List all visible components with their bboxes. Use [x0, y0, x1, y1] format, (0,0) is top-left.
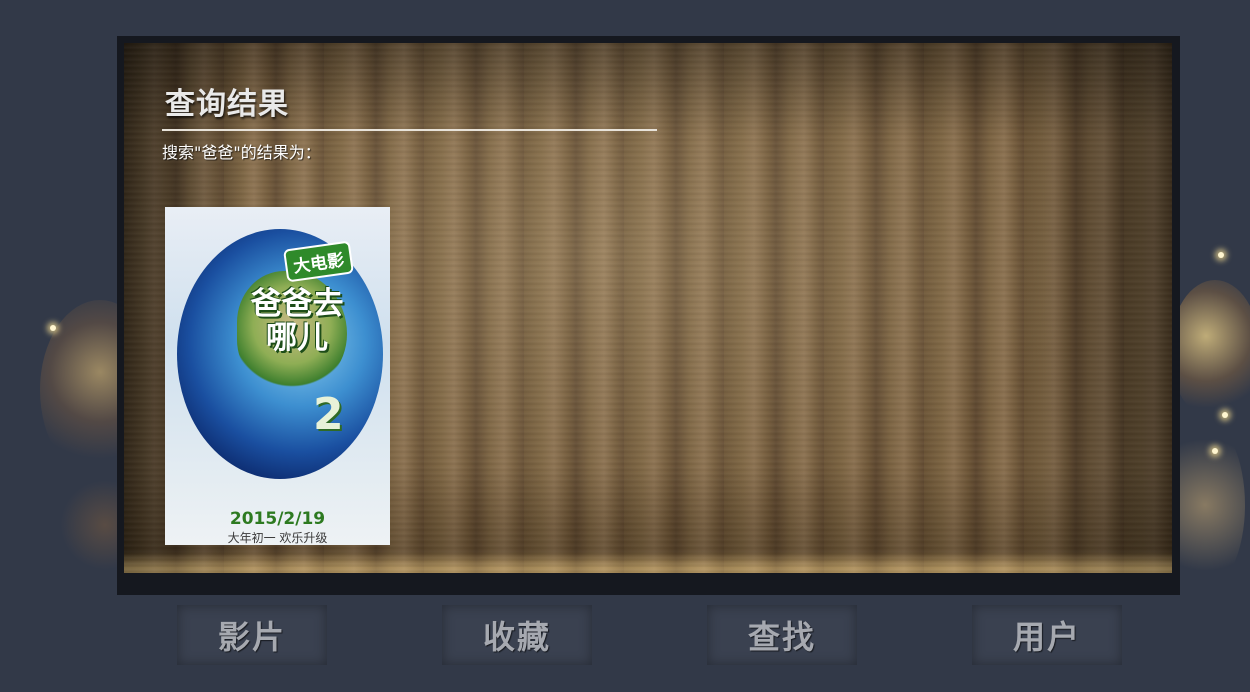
bokeh-light-right	[1170, 280, 1250, 420]
sparkle-dot	[1212, 448, 1218, 454]
poster-sequel-number: 2	[313, 389, 344, 440]
nav-button-movies[interactable]: 影片	[177, 605, 327, 665]
nav-button-user[interactable]: 用户	[972, 605, 1122, 665]
sparkle-dot	[1222, 412, 1228, 418]
search-query-text: 搜索"爸爸"的结果为：	[162, 143, 321, 162]
poster-slogan: 大年初一 欢乐升级	[227, 531, 328, 545]
wood-background: 查询结果 搜索"爸爸"的结果为： 大电影 爸爸去哪儿 2 2015/2/19 大…	[124, 43, 1172, 573]
movie-poster-result[interactable]: 大电影 爸爸去哪儿 2 2015/2/19 大年初一 欢乐升级	[165, 207, 390, 545]
sparkle-dot	[1218, 252, 1224, 258]
poster-release-date: 2015/2/19	[229, 509, 326, 529]
poster-movie-name: 爸爸去哪儿	[250, 286, 344, 356]
nav-button-search[interactable]: 查找	[707, 605, 857, 665]
title-divider	[162, 129, 657, 131]
nav-button-favorites[interactable]: 收藏	[442, 605, 592, 665]
sparkle-dot	[50, 325, 56, 331]
page-title: 查询结果	[165, 87, 289, 122]
results-panel: 查询结果 搜索"爸爸"的结果为： 大电影 爸爸去哪儿 2 2015/2/19 大…	[117, 36, 1180, 595]
